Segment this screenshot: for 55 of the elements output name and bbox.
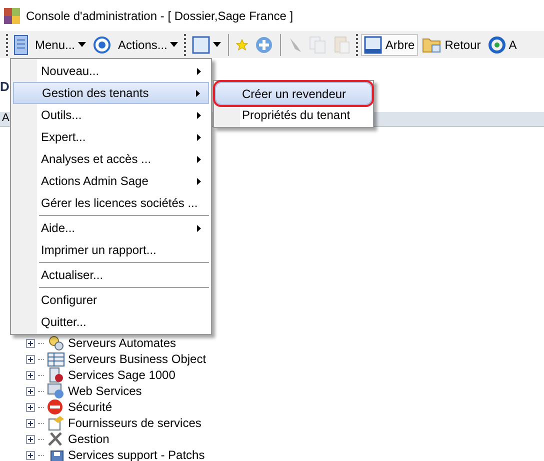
toolbar-button[interactable]: Menu... [32, 34, 90, 56]
expand-icon[interactable] [26, 370, 35, 380]
plus-icon [255, 36, 274, 54]
expand-icon[interactable] [26, 418, 35, 428]
server-icon [47, 383, 65, 399]
expand-icon[interactable] [26, 450, 35, 460]
document-icon [47, 415, 65, 431]
paste-icon [334, 35, 350, 54]
column-header: A [2, 112, 10, 124]
menu-item[interactable]: Créer un revendeur [216, 83, 371, 104]
menu-item[interactable]: Expert... [13, 126, 209, 148]
expand-icon[interactable] [26, 402, 35, 412]
list-icon [14, 34, 28, 54]
expand-icon[interactable] [26, 386, 35, 396]
window-icon [192, 36, 210, 54]
toolbar-button[interactable]: Retour [418, 34, 484, 56]
menu-item[interactable]: Configurer [13, 289, 209, 311]
server-icon [47, 367, 65, 383]
menu-item[interactable]: Quitter... [13, 311, 209, 333]
list-button[interactable] [11, 34, 31, 56]
toolbar-button[interactable]: A [484, 34, 520, 56]
menu-item[interactable]: Actualiser... [13, 264, 209, 286]
tree-item[interactable]: Web Services [68, 384, 142, 398]
expand-icon[interactable] [26, 338, 35, 348]
menu-item[interactable]: Outils... [13, 104, 209, 126]
panel-icon [364, 36, 382, 54]
stop-icon [47, 399, 63, 415]
table-icon [47, 351, 65, 367]
toolbar-button[interactable]: Arbre [361, 34, 418, 56]
expand-icon[interactable] [26, 354, 35, 364]
menu-item[interactable]: Analyses et accès ... [13, 148, 209, 170]
menu-item[interactable]: Aide... [13, 217, 209, 239]
tree-item[interactable]: Services Sage 1000 [68, 368, 176, 382]
window-title: Console d'administration - [ Dossier,Sage France ] [26, 8, 294, 22]
toolbar-button[interactable]: Actions... [115, 34, 182, 56]
folder-icon [422, 36, 442, 54]
menu-item[interactable]: Gérer les licences sociétés ... [13, 192, 209, 214]
tree-item[interactable]: Fournisseurs de services [68, 416, 202, 430]
tree-item[interactable]: Serveurs Automates [68, 336, 176, 350]
target-icon [93, 36, 112, 54]
expand-icon[interactable] [26, 434, 35, 444]
tree-item[interactable]: Sécurité [68, 400, 112, 414]
menu-item[interactable]: Actions Admin Sage [13, 170, 209, 192]
tree-item[interactable]: Gestion [68, 432, 110, 446]
menu-item[interactable]: Gestion des tenants [13, 82, 209, 104]
section-heading: D [0, 79, 10, 94]
refresh-icon [488, 36, 506, 54]
star-icon [236, 38, 248, 50]
tree-item[interactable]: Serveurs Business Object [68, 352, 206, 366]
menu-item[interactable]: Propriétés du tenant [216, 104, 371, 125]
app-icon [4, 8, 20, 24]
gear-icon [47, 335, 65, 351]
copy-icon [309, 36, 328, 54]
menu-item[interactable]: Nouveau... [13, 60, 209, 82]
menu-item[interactable]: Imprimer un rapport... [13, 239, 209, 261]
